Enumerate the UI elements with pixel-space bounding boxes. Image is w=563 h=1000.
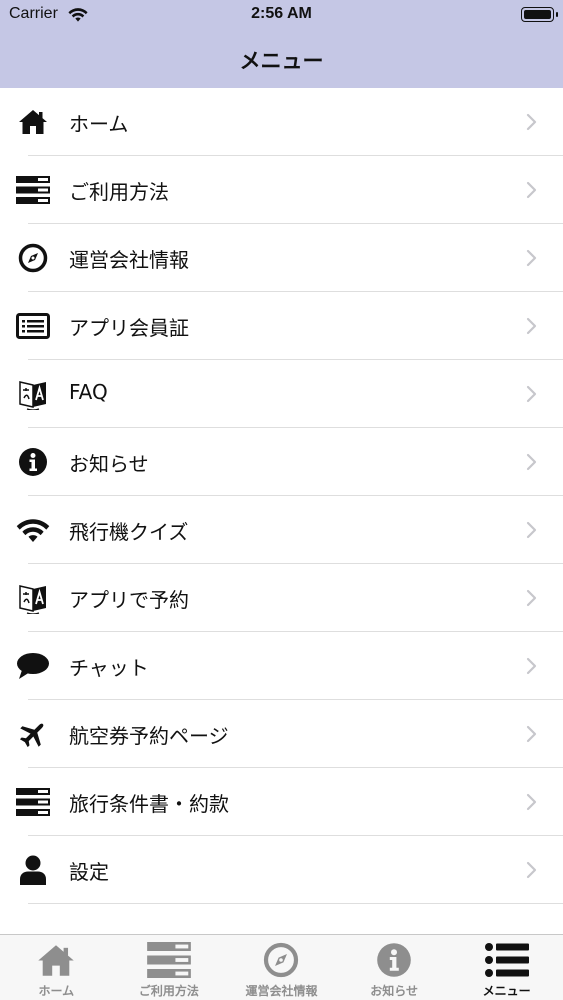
card-list-icon <box>16 309 50 343</box>
page-title: メニュー <box>239 49 324 73</box>
list-bars-icon <box>16 785 50 819</box>
menu-item-travel-terms[interactable]: 旅行条件書・約款 <box>0 768 563 836</box>
status-time: 2:56 AM <box>251 5 312 22</box>
tab-label: ご利用方法 <box>138 984 199 998</box>
battery-icon <box>521 7 558 22</box>
tab-company-info[interactable]: 運営会社情報 <box>225 935 338 1000</box>
chevron-right-icon <box>526 317 537 335</box>
compass-icon <box>16 241 50 275</box>
menu-item-label: アプリ会員証 <box>69 316 189 340</box>
menu-item-label: 航空券予約ページ <box>69 724 229 748</box>
menu-item-label: お知らせ <box>69 452 149 476</box>
chevron-right-icon <box>526 793 537 811</box>
tab-home[interactable]: ホーム <box>0 935 113 1000</box>
home-icon <box>16 105 50 139</box>
menu-item-label: チャット <box>69 656 149 680</box>
chevron-right-icon <box>526 861 537 879</box>
compass-icon <box>225 941 338 979</box>
tab-bar: ホーム ご利用方法 運営会社情報 お知らせ メニュー <box>0 934 563 1000</box>
navigation-bar: メニュー <box>0 30 563 88</box>
chevron-right-icon <box>526 249 537 267</box>
menu-item-usage[interactable]: ご利用方法 <box>0 156 563 224</box>
menu-item-label: ご利用方法 <box>69 180 169 204</box>
chevron-right-icon <box>526 181 537 199</box>
chevron-right-icon <box>526 453 537 471</box>
menu-item-label: 旅行条件書・約款 <box>69 792 229 816</box>
chevron-right-icon <box>526 725 537 743</box>
home-icon <box>0 941 113 979</box>
chevron-right-icon <box>526 589 537 607</box>
status-bar: Carrier 2:56 AM <box>0 0 563 30</box>
menu-item-member-card[interactable]: アプリ会員証 <box>0 292 563 360</box>
list-bars-icon <box>113 941 226 979</box>
chat-bubble-icon <box>16 649 50 683</box>
menu-item-flight-booking[interactable]: 航空券予約ページ <box>0 700 563 768</box>
menu-item-label: 飛行機クイズ <box>69 520 189 544</box>
menu-item-label: ホーム <box>69 112 129 136</box>
menu-item-settings[interactable]: 設定 <box>0 836 563 904</box>
translate-icon <box>16 377 50 411</box>
tab-label: ホーム <box>38 984 75 998</box>
chevron-right-icon <box>526 113 537 131</box>
menu-item-chat[interactable]: チャット <box>0 632 563 700</box>
menu-item-airplane-quiz[interactable]: 飛行機クイズ <box>0 496 563 564</box>
menu-list: ホーム ご利用方法 運営会社情報 アプリ会員証 FAQ お知らせ 飛行機クイズ … <box>0 88 563 934</box>
info-icon <box>338 941 451 979</box>
user-icon <box>16 853 50 887</box>
tab-menu[interactable]: メニュー <box>450 935 563 1000</box>
menu-item-label: 設定 <box>69 860 109 884</box>
tab-label: お知らせ <box>370 984 418 998</box>
chevron-right-icon <box>526 521 537 539</box>
menu-item-label: FAQ <box>69 380 108 404</box>
airplane-icon <box>16 717 50 751</box>
menu-item-label: 運営会社情報 <box>69 248 189 272</box>
chevron-right-icon <box>526 657 537 675</box>
menu-list-icon <box>450 941 563 979</box>
menu-item-faq[interactable]: FAQ <box>0 360 563 428</box>
tab-usage[interactable]: ご利用方法 <box>113 935 226 1000</box>
tab-label: 運営会社情報 <box>245 984 318 998</box>
wifi-icon <box>16 513 50 547</box>
menu-item-home[interactable]: ホーム <box>0 88 563 156</box>
info-icon <box>16 445 50 479</box>
menu-item-news[interactable]: お知らせ <box>0 428 563 496</box>
menu-item-label: アプリで予約 <box>69 588 189 612</box>
list-bars-icon <box>16 173 50 207</box>
tab-label: メニュー <box>482 984 531 998</box>
row-separator <box>28 903 563 904</box>
menu-item-company-info[interactable]: 運営会社情報 <box>0 224 563 292</box>
chevron-right-icon <box>526 385 537 403</box>
translate-icon <box>16 581 50 615</box>
menu-item-app-booking[interactable]: アプリで予約 <box>0 564 563 632</box>
tab-news[interactable]: お知らせ <box>338 935 451 1000</box>
